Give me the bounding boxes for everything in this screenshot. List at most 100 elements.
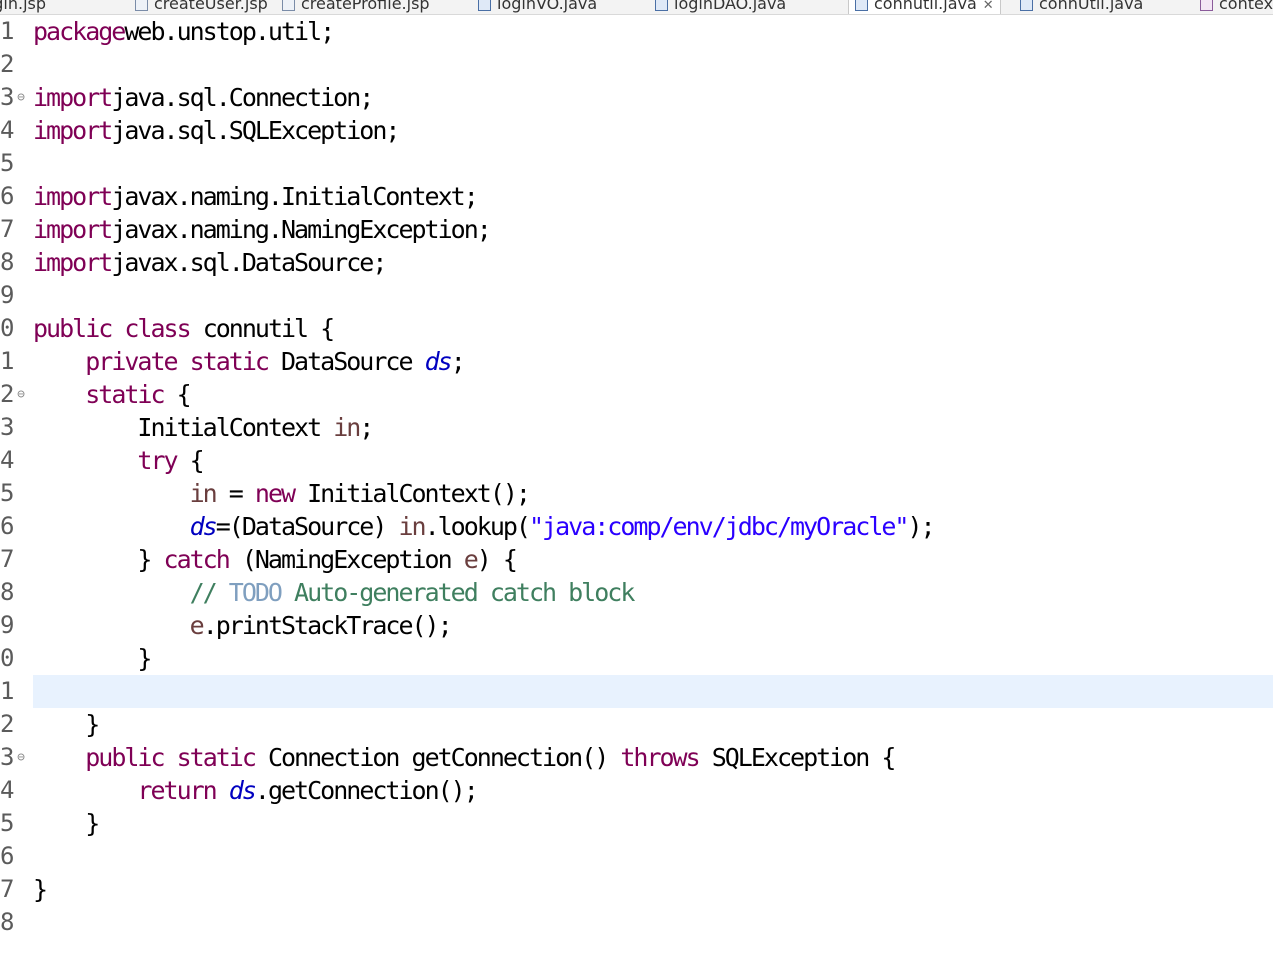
code-line[interactable]: try { — [33, 444, 204, 477]
line-number: 2 — [0, 50, 15, 78]
line-number: 3 — [0, 413, 15, 441]
code-line[interactable]: importjava.sql.SQLException; — [33, 114, 400, 147]
code-token: import — [33, 248, 113, 277]
code-token: } — [33, 710, 100, 739]
code-line[interactable]: static { — [33, 378, 192, 411]
code-token: static — [176, 743, 257, 772]
code-token: { — [163, 380, 192, 409]
code-line[interactable]: private static DataSource ds; — [33, 345, 466, 378]
code-line[interactable]: return ds.getConnection(); — [33, 774, 479, 807]
line-number: 8 — [0, 578, 15, 606]
code-token: throws — [620, 743, 700, 772]
tab-label: loginVO.java — [497, 0, 598, 13]
code-line[interactable]: ds=(DataSource) in.lookup("java:comp/env… — [33, 510, 936, 543]
tab-label: login.jsp — [0, 0, 46, 13]
code-line[interactable]: InitialContext in; — [33, 411, 374, 444]
code-token: .getConnection(); — [254, 776, 479, 805]
line-number: 1 — [0, 17, 15, 45]
current-line-highlight — [33, 675, 1273, 708]
java-file-icon — [855, 0, 868, 11]
tab-label: loginDAO.java — [674, 0, 787, 13]
code-token: = — [215, 479, 255, 508]
tab-login-jsp[interactable]: login.jsp — [0, 0, 46, 14]
code-line[interactable]: } — [33, 642, 152, 675]
code-token: javax.sql.DataSource; — [111, 248, 387, 277]
code-token: import — [33, 215, 113, 244]
code-token: return — [137, 776, 217, 805]
code-line[interactable]: } — [33, 873, 48, 906]
tab-createuser-jsp[interactable]: createUser.jsp — [135, 0, 268, 14]
java-file-icon — [478, 0, 491, 11]
tab-createprofile-jsp[interactable]: createProfile.jsp — [282, 0, 430, 14]
code-line[interactable]: e.printStackTrace(); — [33, 609, 453, 642]
tab-label: context.xml — [1219, 0, 1273, 13]
tab-connutil-java[interactable]: connutil.java ✕ — [848, 0, 1001, 14]
code-token: java.sql.SQLException; — [111, 116, 400, 145]
code-line[interactable]: } — [33, 807, 100, 840]
tab-context-xml[interactable]: context.xml — [1200, 0, 1273, 14]
code-line[interactable]: // TODO Auto-generated catch block — [33, 576, 636, 609]
code-token: ; — [450, 347, 466, 376]
line-number: 8 — [0, 248, 15, 276]
code-line[interactable]: importjava.sql.Connection; — [33, 81, 374, 114]
collapse-fold-icon[interactable]: ⊖ — [14, 91, 28, 106]
collapse-fold-icon[interactable]: ⊖ — [14, 751, 28, 766]
tab-logindao-java[interactable]: loginDAO.java — [655, 0, 786, 14]
code-token: javax.naming.InitialContext; — [111, 182, 478, 211]
code-token: in — [398, 512, 426, 541]
line-number: 0 — [0, 314, 15, 342]
line-number: 7 — [0, 875, 15, 903]
code-line[interactable]: importjavax.sql.DataSource; — [33, 246, 387, 279]
code-token: ) { — [476, 545, 518, 574]
code-token: ds — [189, 512, 218, 541]
code-token: SQLException { — [698, 743, 897, 772]
line-number: 6 — [0, 182, 15, 210]
code-editor[interactable]: 1 packageweb.unstop.util; 2 3 ⊖ importjava.sq… — [0, 14, 1273, 969]
code-line[interactable]: in = new InitialContext(); — [33, 477, 531, 510]
code-line[interactable]: } — [33, 708, 100, 741]
code-token: connutil { — [189, 314, 336, 343]
code-token: ds — [424, 347, 453, 376]
code-line[interactable]: public static Connection getConnection()… — [33, 741, 897, 774]
close-tab-icon[interactable]: ✕ — [983, 0, 994, 13]
collapse-fold-icon[interactable]: ⊖ — [14, 388, 28, 403]
editor-tab-bar: login.jsp createUser.jsp createProfile.jsp… — [0, 0, 1273, 15]
code-token: e — [463, 545, 479, 574]
line-number: 5 — [0, 149, 15, 177]
code-token: InitialContext(); — [294, 479, 531, 508]
code-line[interactable]: packageweb.unstop.util; — [33, 15, 335, 48]
line-number: 9 — [0, 611, 15, 639]
xml-file-icon — [1200, 0, 1213, 11]
java-file-icon — [655, 0, 668, 11]
code-line[interactable]: public class connutil { — [33, 312, 336, 345]
code-token: TODO — [228, 578, 283, 607]
code-token: import — [33, 83, 113, 112]
code-token: // — [189, 578, 229, 607]
tab-connutil-java[interactable]: connUtil.java — [1020, 0, 1143, 14]
code-token: java.sql.Connection; — [111, 83, 374, 112]
code-token: .lookup( — [424, 512, 531, 541]
jsp-file-icon — [282, 0, 295, 11]
code-token: } — [33, 545, 164, 574]
line-number: 4 — [0, 776, 15, 804]
code-line[interactable]: importjavax.naming.InitialContext; — [33, 180, 479, 213]
code-token: static — [189, 347, 270, 376]
code-line[interactable]: } catch (NamingException e) { — [33, 543, 518, 576]
code-token: private — [85, 347, 178, 376]
tab-loginvo-java[interactable]: loginVO.java — [478, 0, 597, 14]
code-token: web.unstop.util; — [124, 17, 335, 46]
code-line[interactable]: importjavax.naming.NamingException; — [33, 213, 492, 246]
code-token: in — [333, 413, 361, 442]
line-number: 4 — [0, 446, 15, 474]
line-number: 7 — [0, 545, 15, 573]
